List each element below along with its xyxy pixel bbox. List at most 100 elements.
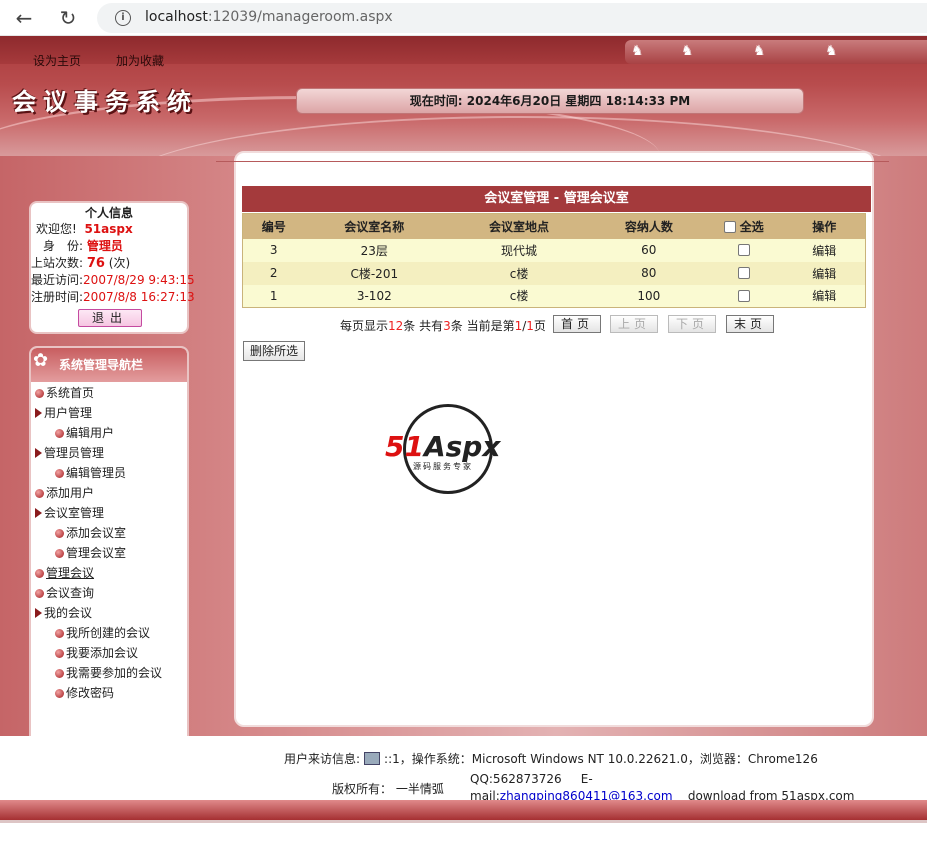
nav-item-my-meetings[interactable]: 我的会议 — [35, 604, 92, 622]
edit-link[interactable]: 编辑 — [812, 289, 836, 303]
nav-item-edit-user[interactable]: 编辑用户 — [55, 424, 114, 442]
bullet-icon — [55, 689, 64, 698]
role-row: 身 份: 管理员 — [43, 239, 123, 253]
expand-icon — [35, 448, 42, 458]
username: 51aspx — [84, 222, 133, 236]
row-checkbox[interactable] — [737, 289, 750, 302]
edit-link[interactable]: 编辑 — [812, 244, 836, 258]
expand-icon — [35, 408, 42, 418]
copyright: 版权所有： 一半情弧 — [332, 782, 444, 796]
room-table: 编号 会议室名称 会议室地点 容纳人数 全选 操作 3 23层 现代城 60 编… — [242, 213, 866, 308]
page: 设为主页 加为收藏 ♞ ♞ ♞ ♞ 会议事务系统 现在时间: 2024年6月20… — [0, 36, 927, 852]
delete-selected-button[interactable]: 删除所选 — [243, 341, 305, 361]
visits-count: 76 — [86, 256, 105, 271]
col-action: 操作 — [783, 213, 866, 239]
role-value: 管理员 — [86, 239, 123, 253]
info-icon[interactable]: i — [115, 10, 131, 26]
nav-item-add-meeting[interactable]: 我要添加会议 — [55, 644, 138, 662]
bullet-icon — [55, 649, 64, 658]
admin-nav-panel: ✿ 系统管理导航栏 系统首页 用户管理 编辑用户 管理员管理 编辑管理员 添加用… — [29, 346, 189, 772]
pager-info: 每页显示12条 共有3条 当前是第1/1页 — [340, 319, 546, 333]
col-name: 会议室名称 — [304, 213, 445, 239]
set-home-link[interactable]: 设为主页 — [33, 52, 81, 69]
nav-item-admin-manage[interactable]: 管理员管理 — [35, 444, 104, 462]
back-icon[interactable]: ← — [12, 6, 36, 30]
site-header: 设为主页 加为收藏 ♞ ♞ ♞ ♞ 会议事务系统 现在时间: 2024年6月20… — [0, 36, 927, 156]
nav-item-manage-room[interactable]: 管理会议室 — [55, 544, 126, 562]
nav-item-attend-meetings[interactable]: 我需要参加的会议 — [55, 664, 162, 682]
deer-icon: ♞ — [631, 43, 644, 59]
deer-icon: ♞ — [681, 43, 694, 59]
nav-item-add-room[interactable]: 添加会议室 — [55, 524, 126, 542]
prev-page-button[interactable]: 上页 — [610, 315, 658, 333]
bullet-icon — [35, 489, 44, 498]
nav-item-home[interactable]: 系统首页 — [35, 384, 94, 402]
bullet-icon — [55, 549, 64, 558]
nav-item-edit-admin[interactable]: 编辑管理员 — [55, 464, 126, 482]
bullet-icon — [35, 569, 44, 578]
logo-text: 51Aspx — [385, 430, 501, 463]
last-visit-value: 2007/8/29 9:43:15 — [83, 273, 195, 287]
row-checkbox[interactable] — [737, 244, 750, 256]
nav-item-room-manage[interactable]: 会议室管理 — [35, 504, 104, 522]
time-label: 现在时间: — [409, 94, 467, 108]
table-row: 1 3-102 c楼 100 编辑 — [242, 284, 866, 308]
register-value: 2007/8/8 16:27:13 — [83, 290, 195, 304]
last-visit-row: 最近访问:2007/8/29 9:43:15 — [31, 273, 195, 287]
url-text: localhost:12039/manageroom.aspx — [145, 9, 393, 25]
col-location: 会议室地点 — [444, 213, 594, 239]
computer-icon — [364, 752, 381, 765]
watermark-logo: 51Aspx 源码服务专家 — [385, 402, 515, 494]
nav-item-add-user[interactable]: 添加用户 — [35, 484, 94, 502]
visits-row: 上站次数: 76 (次) — [31, 256, 131, 271]
logo-subtitle: 源码服务专家 — [413, 462, 473, 471]
first-page-button[interactable]: 首页 — [553, 315, 601, 333]
time-value: 2024年6月20日 星期四 18:14:33 PM — [466, 94, 691, 108]
row-checkbox[interactable] — [737, 267, 750, 279]
main-divider — [216, 161, 889, 162]
last-page-button[interactable]: 末页 — [726, 315, 774, 333]
deer-icon: ♞ — [825, 43, 838, 59]
address-bar[interactable]: i localhost:12039/manageroom.aspx — [97, 3, 927, 33]
nav-item-manage-meeting[interactable]: 管理会议 — [35, 564, 94, 582]
expand-icon — [35, 608, 42, 618]
nav-header: ✿ 系统管理导航栏 — [31, 348, 187, 382]
deer-decoration: ♞ ♞ ♞ ♞ — [625, 40, 927, 64]
table-header-row: 编号 会议室名称 会议室地点 容纳人数 全选 操作 — [242, 213, 866, 239]
reload-icon[interactable]: ↻ — [56, 6, 80, 30]
nav-item-user-manage[interactable]: 用户管理 — [35, 404, 92, 422]
bullet-icon — [35, 389, 44, 398]
col-capacity: 容纳人数 — [593, 213, 704, 239]
nav-title: 系统管理导航栏 — [59, 358, 144, 372]
current-time-bar: 现在时间: 2024年6月20日 星期四 18:14:33 PM — [296, 88, 804, 114]
nav-item-meeting-search[interactable]: 会议查询 — [35, 584, 94, 602]
footer-line — [0, 820, 927, 823]
table-row: 3 23层 现代城 60 编辑 — [242, 238, 866, 262]
register-row: 注册时间:2007/8/8 16:27:13 — [31, 290, 195, 304]
deer-icon: ♞ — [753, 43, 766, 59]
footer-band — [0, 800, 927, 820]
nav-item-created-meetings[interactable]: 我所创建的会议 — [55, 624, 150, 642]
select-all-checkbox[interactable] — [723, 220, 736, 233]
bullet-icon — [55, 629, 64, 638]
user-info-title: 个人信息 — [84, 206, 133, 220]
bullet-icon — [55, 469, 64, 478]
nav-item-change-password[interactable]: 修改密码 — [55, 684, 114, 702]
bullet-icon — [55, 669, 64, 678]
logout-button[interactable]: 退出 — [78, 309, 142, 327]
bullet-icon — [55, 529, 64, 538]
col-id: 编号 — [242, 213, 305, 239]
page-title: 会议室管理 - 管理会议室 — [242, 186, 871, 212]
edit-link[interactable]: 编辑 — [812, 267, 836, 281]
bullet-icon — [55, 429, 64, 438]
col-select-all: 全选 — [703, 213, 784, 239]
welcome-row: 欢迎您! 51aspx — [36, 222, 133, 236]
bullet-icon — [35, 589, 44, 598]
table-row: 2 C楼-201 c楼 80 编辑 — [242, 261, 866, 285]
butterfly-icon: ✿ — [33, 350, 49, 371]
add-favorite-link[interactable]: 加为收藏 — [116, 52, 164, 69]
user-info-panel: 个人信息 欢迎您! 51aspx 身 份: 管理员 上站次数: 76 (次) 最… — [29, 201, 195, 334]
next-page-button[interactable]: 下页 — [668, 315, 716, 333]
visitor-info: 用户来访信息:::1，操作系统：Microsoft Windows NT 10.… — [284, 752, 818, 766]
site-title: 会议事务系统 — [12, 87, 198, 116]
